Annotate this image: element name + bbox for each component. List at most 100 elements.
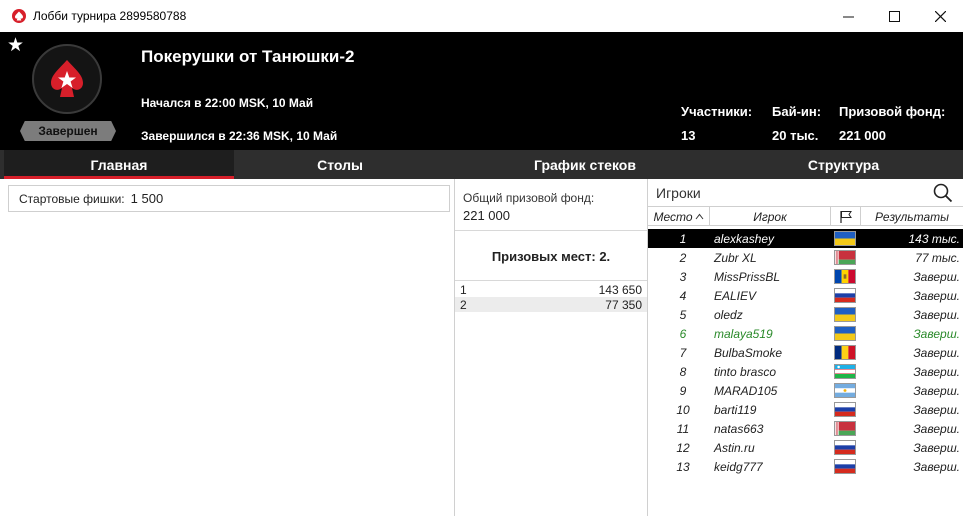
tab-tables[interactable]: Столы: [234, 150, 446, 179]
table-row[interactable]: 9 MARAD105 Заверш.: [648, 381, 963, 400]
total-prize-pool-label: Общий призовой фонд:: [463, 191, 595, 205]
row-result: Заверш.: [913, 345, 960, 360]
tab-stack-chart[interactable]: График стеков: [446, 150, 724, 179]
start-time: Начался в 22:00 MSK, 10 Май: [141, 96, 314, 110]
col-player-header[interactable]: Игрок: [710, 207, 831, 226]
spade-star-icon: [51, 60, 83, 97]
row-country-flag: [834, 324, 860, 343]
row-country-flag: [834, 248, 860, 267]
by-flag-icon: [834, 250, 856, 265]
prize-amount: 77 350: [605, 297, 642, 312]
paid-places: Призовых мест: 2.: [491, 249, 611, 264]
row-result: 77 тыс.: [915, 250, 960, 265]
ua-flag-icon: [834, 326, 856, 341]
table-row[interactable]: 10 barti119 Заверш.: [648, 400, 963, 419]
ru-flag-icon: [834, 402, 856, 417]
maximize-button[interactable]: [871, 0, 917, 32]
ro-flag-icon: [834, 345, 856, 360]
row-player-name: MissPrissBL: [714, 269, 781, 284]
row-player-name: tinto brasco: [714, 364, 777, 379]
favorite-star-icon[interactable]: ★: [7, 36, 24, 55]
row-country-flag: [834, 419, 860, 438]
info-column: Стартовые фишки: 1 500: [0, 179, 455, 516]
close-icon: [934, 10, 946, 22]
table-row[interactable]: 3 MissPrissBL Заверш.: [648, 267, 963, 286]
table-row[interactable]: 12 Astin.ru Заверш.: [648, 438, 963, 457]
end-time: Завершился в 22:36 MSK, 10 Май: [141, 129, 338, 143]
row-country-flag: [834, 286, 860, 305]
players-title: Игроки: [656, 185, 701, 201]
col-results-header[interactable]: Результаты: [861, 207, 963, 226]
table-row[interactable]: 7 BulbaSmoke Заверш.: [648, 343, 963, 362]
buyin-value: 20 тыс.: [772, 128, 819, 143]
table-row[interactable]: 1 alexkashey 143 тыс.: [648, 229, 963, 248]
starting-chips-value: 1 500: [130, 191, 164, 206]
table-row[interactable]: 4 EALIEV Заверш.: [648, 286, 963, 305]
col-results-label: Результаты: [875, 209, 949, 224]
tab-main[interactable]: Главная: [4, 150, 234, 179]
maximize-icon: [888, 10, 900, 22]
prize-column: Общий призовой фонд: 221 000 Призовых ме…: [455, 179, 648, 516]
participants-value: 13: [681, 128, 696, 143]
row-player-name: natas663: [714, 421, 764, 436]
tournament-header: ★ Завершен Покерушки от Танюшки-2 Началс…: [0, 32, 963, 150]
ar-flag-icon: [834, 383, 856, 398]
row-country-flag: [834, 229, 860, 248]
row-place: 10: [676, 402, 690, 417]
prize-pool-value: 221 000: [839, 128, 886, 143]
prize-row: 2 77 350: [455, 297, 647, 312]
flag-icon: [839, 210, 852, 223]
row-player-name: malaya519: [714, 326, 773, 341]
buyin-label: Бай-ин:: [772, 104, 822, 119]
close-button[interactable]: [917, 0, 963, 32]
prize-pool-label: Призовой фонд:: [839, 104, 946, 119]
md-flag-icon: [834, 269, 856, 284]
table-row[interactable]: 8 tinto brasco Заверш.: [648, 362, 963, 381]
row-place: 8: [679, 364, 687, 379]
players-table-header: Место Игрок Результаты: [648, 206, 963, 226]
starting-chips-label: Стартовые фишки:: [19, 191, 125, 206]
status-badge: Завершен: [20, 121, 116, 141]
row-result: 143 тыс.: [908, 231, 960, 246]
minimize-button[interactable]: [825, 0, 871, 32]
table-row[interactable]: 13 keidg777 Заверш.: [648, 457, 963, 476]
row-player-name: BulbaSmoke: [714, 345, 783, 360]
window-controls: [825, 0, 963, 32]
row-result: Заверш.: [913, 421, 960, 436]
divider: [455, 230, 647, 231]
tournament-name: Покерушки от Танюшки-2: [141, 47, 355, 66]
row-player-name: alexkashey: [714, 231, 775, 246]
row-result: Заверш.: [913, 440, 960, 455]
row-country-flag: [834, 362, 860, 381]
table-row[interactable]: 5 oledz Заверш.: [648, 305, 963, 324]
window-title: Лобби турнира 2899580788: [33, 9, 187, 23]
tab-bar: Главная Столы График стеков Структура: [0, 150, 963, 179]
ru-flag-icon: [834, 440, 856, 455]
row-result: Заверш.: [913, 307, 960, 322]
row-player-name: keidg777: [714, 459, 763, 474]
ru-flag-icon: [834, 459, 856, 474]
row-player-name: MARAD105: [714, 383, 778, 398]
search-icon[interactable]: [933, 183, 953, 203]
ru-flag-icon: [834, 288, 856, 303]
row-place: 6: [679, 326, 687, 341]
col-place-header[interactable]: Место: [648, 207, 710, 226]
participants-label: Участники:: [681, 104, 753, 119]
tab-structure[interactable]: Структура: [724, 150, 963, 179]
row-player-name: Astin.ru: [714, 440, 755, 455]
row-result: Заверш.: [913, 402, 960, 417]
table-row[interactable]: 11 natas663 Заверш.: [648, 419, 963, 438]
row-player-name: Zubr XL: [714, 250, 757, 265]
table-row[interactable]: 2 Zubr XL 77 тыс.: [648, 248, 963, 267]
row-place: 9: [679, 383, 687, 398]
col-player-label: Игрок: [753, 209, 787, 224]
minimize-icon: [842, 16, 854, 17]
row-place: 5: [679, 307, 687, 322]
divider: [455, 280, 647, 281]
prize-amount: 143 650: [598, 282, 642, 297]
row-place: 13: [676, 459, 690, 474]
title-bar: Лобби турнира 2899580788: [0, 0, 963, 32]
col-country-header[interactable]: [831, 207, 861, 226]
prize-place: 1: [460, 282, 467, 297]
table-row[interactable]: 6 malaya519 Заверш.: [648, 324, 963, 343]
